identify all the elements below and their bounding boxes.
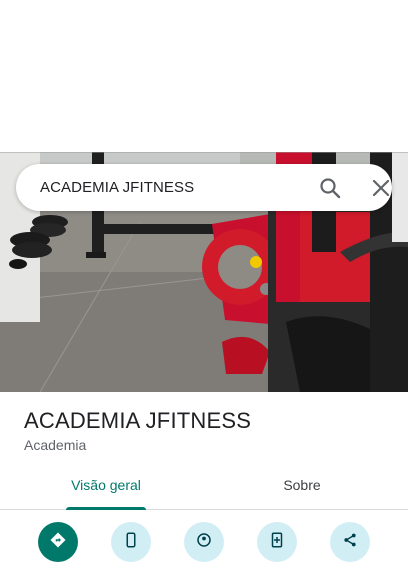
tab-overview-label: Visão geral [71,477,141,493]
search-icon[interactable] [318,176,342,200]
search-query[interactable]: ACADEMIA JFITNESS [40,164,194,211]
directions-icon [49,531,67,554]
place-title: ACADEMIA JFITNESS [24,408,252,433]
tab-about[interactable]: Sobre [246,464,358,509]
tab-selected-indicator [66,507,146,510]
tab-about-label: Sobre [283,477,321,493]
save-button[interactable] [257,522,297,562]
share-button[interactable] [330,522,370,562]
street-view-button[interactable] [184,522,224,562]
street-view-icon [195,531,213,554]
save-place-icon [268,531,286,554]
search-bar[interactable]: ACADEMIA JFITNESS [16,164,392,211]
action-row [0,522,408,562]
close-icon[interactable] [369,176,393,200]
tab-overview[interactable]: Visão geral [50,464,162,510]
call-button[interactable] [111,522,151,562]
directions-button[interactable] [38,522,78,562]
place-category[interactable]: Academia [24,437,86,453]
share-icon [341,531,359,554]
phone-icon [122,531,140,554]
tab-bar: Visão geral Sobre [0,464,408,510]
